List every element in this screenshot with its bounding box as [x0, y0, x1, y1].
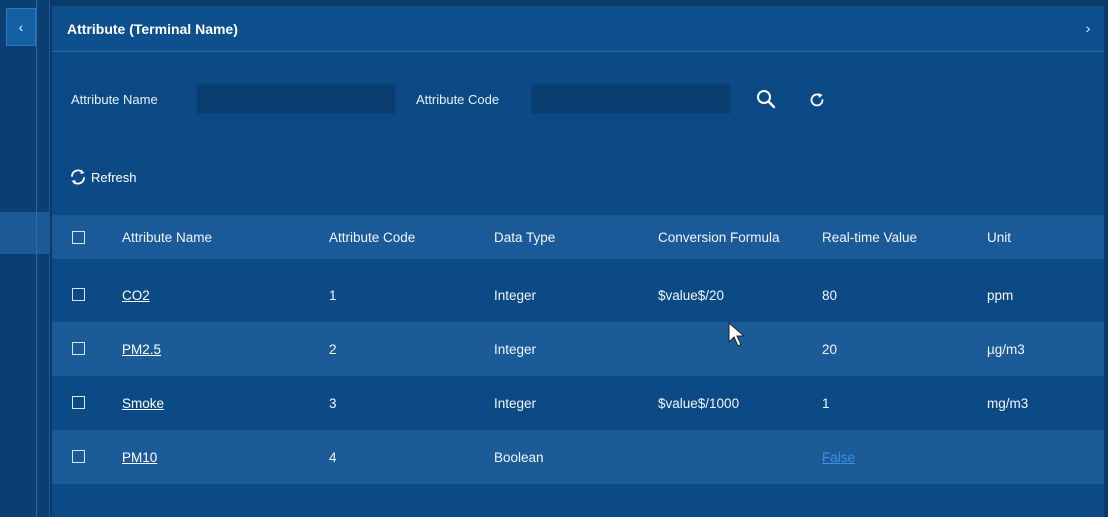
expand-panel-button[interactable]: ›: [1080, 20, 1096, 38]
refresh-icon: [71, 169, 85, 185]
panel-title: Attribute (Terminal Name): [67, 21, 238, 37]
attribute-code-cell: 4: [329, 449, 337, 465]
attribute-code-cell: 1: [329, 287, 337, 303]
real-time-value-cell: 1: [822, 395, 830, 411]
refresh-label: Refresh: [91, 169, 137, 185]
header-attribute-code: Attribute Code: [329, 229, 416, 245]
attribute-name-label: Attribute Name: [71, 92, 158, 107]
table-row: Smoke 3 Integer $value$/1000 1 mg/m3: [52, 376, 1104, 430]
unit-cell: µg/m3: [987, 341, 1025, 357]
attribute-code-cell: 2: [329, 341, 337, 357]
attribute-code-label: Attribute Code: [416, 92, 500, 107]
real-time-value-cell: 80: [822, 287, 838, 303]
data-type-cell: Boolean: [494, 449, 544, 465]
rail-divider: [36, 0, 37, 517]
attribute-panel: Attribute (Terminal Name) › Attribute Na…: [52, 6, 1104, 517]
attribute-code-cell: 3: [329, 395, 337, 411]
collapse-sidebar-button[interactable]: ‹: [6, 8, 36, 46]
header-unit: Unit: [987, 229, 1012, 245]
data-type-cell: Integer: [494, 287, 537, 303]
row-checkbox[interactable]: [72, 396, 85, 409]
reset-icon: [810, 93, 824, 107]
table-header-row: Attribute Name Attribute Code Data Type …: [52, 215, 1104, 259]
reset-button[interactable]: [804, 87, 830, 113]
header-attribute-name: Attribute Name: [122, 229, 213, 245]
select-all-checkbox[interactable]: [72, 231, 85, 244]
attribute-name-link[interactable]: PM2.5: [122, 342, 161, 357]
table-row: CO2 1 Integer $value$/20 80 ppm: [52, 268, 1104, 322]
panel-header: Attribute (Terminal Name) ›: [52, 6, 1104, 52]
conversion-formula-cell: $value$/1000: [658, 395, 740, 411]
attribute-name-link[interactable]: Smoke: [122, 396, 164, 411]
data-type-cell: Integer: [494, 395, 537, 411]
left-rail: [0, 0, 50, 517]
table-row: PM2.5 2 Integer 20 µg/m3: [52, 322, 1104, 376]
header-conversion-formula: Conversion Formula: [658, 229, 780, 245]
header-data-type: Data Type: [494, 229, 556, 245]
conversion-formula-cell: $value$/20: [658, 287, 725, 303]
chevron-right-icon: ›: [1085, 20, 1091, 36]
table-row: PM10 4 Boolean False: [52, 430, 1104, 484]
real-time-value-cell: 20: [822, 341, 838, 357]
unit-cell: ppm: [987, 287, 1014, 303]
attribute-name-input[interactable]: [196, 84, 396, 114]
chevron-left-icon: ‹: [18, 19, 24, 35]
row-checkbox[interactable]: [72, 450, 85, 463]
attribute-code-input[interactable]: [531, 84, 731, 114]
header-real-time-value: Real-time Value: [822, 229, 918, 245]
unit-cell: mg/m3: [987, 395, 1029, 411]
real-time-value-link[interactable]: False: [822, 450, 855, 465]
row-checkbox[interactable]: [72, 342, 85, 355]
row-checkbox[interactable]: [72, 288, 85, 301]
rail-band: [0, 212, 50, 254]
refresh-button[interactable]: Refresh: [69, 167, 137, 187]
rail-divider-2: [49, 0, 50, 517]
search-button[interactable]: [753, 86, 779, 112]
attribute-name-link[interactable]: PM10: [122, 450, 157, 465]
data-type-cell: Integer: [494, 341, 537, 357]
attribute-name-link[interactable]: CO2: [122, 288, 150, 303]
search-icon: [757, 90, 776, 109]
